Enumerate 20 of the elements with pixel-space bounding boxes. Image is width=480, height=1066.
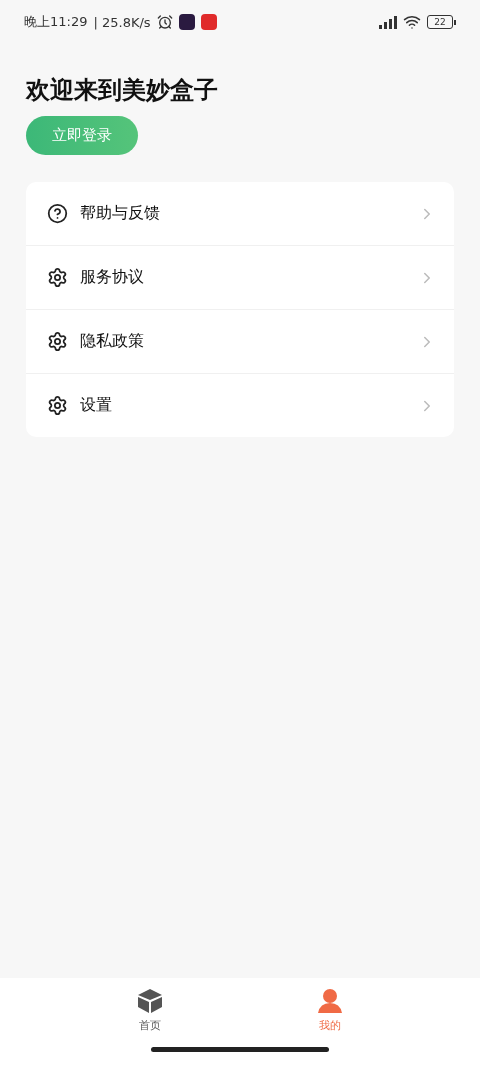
wifi-icon [403,13,421,31]
menu-item[interactable]: 隐私政策 [26,309,454,373]
app-icon [178,14,195,30]
cube-icon [137,988,163,1014]
status-time: 晚上11:29 [24,13,88,31]
help-icon [47,203,68,224]
settings-icon [47,395,68,416]
welcome-title: 欢迎来到美妙盒子 [26,75,218,106]
signal-icon [377,15,397,29]
person-icon [317,988,343,1014]
battery-icon: 22 [427,15,456,29]
menu-item[interactable]: 服务协议 [26,245,454,309]
network-speed: | 25.8K/s [93,14,151,30]
alarm-icon [156,14,173,30]
settings-icon [47,267,68,288]
settings-icon [47,331,68,352]
menu-item[interactable]: 帮助与反馈 [26,182,454,245]
menu-item[interactable]: 设置 [26,373,454,437]
app-icon [200,14,217,30]
tab-item[interactable]: 首页 [137,988,163,1033]
